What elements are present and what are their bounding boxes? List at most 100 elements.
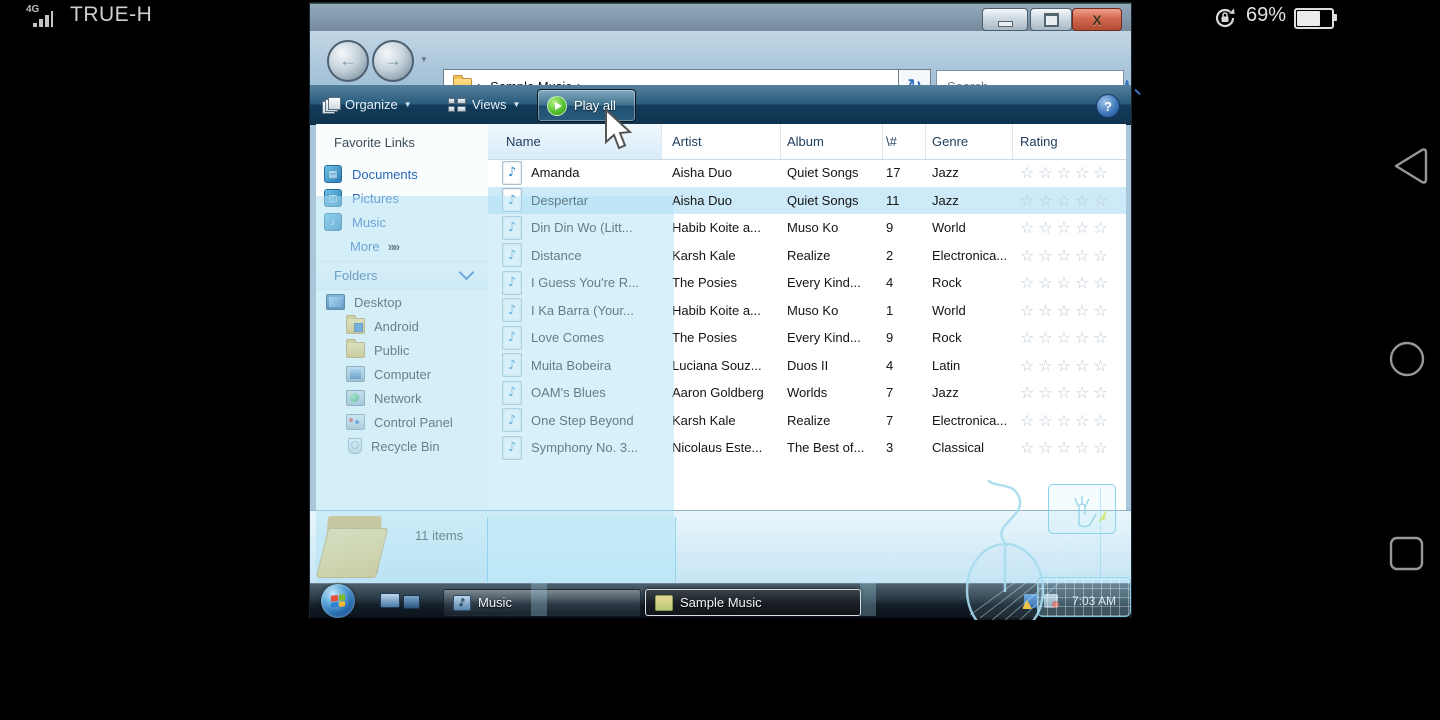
start-button[interactable]	[321, 584, 355, 618]
rating-star-icon[interactable]: ☆	[1093, 273, 1111, 292]
rating-star-icon[interactable]: ☆	[1020, 301, 1038, 320]
rating-star-icon[interactable]: ☆	[1093, 438, 1111, 457]
column-header-album[interactable]: Album	[781, 124, 883, 159]
rating-cell[interactable]: ☆☆☆☆☆	[1013, 411, 1126, 430]
rating-cell[interactable]: ☆☆☆☆☆	[1013, 328, 1126, 347]
table-row[interactable]: ♪DespertarAisha DuoQuiet Songs11Jazz☆☆☆☆…	[488, 187, 1126, 215]
rating-cell[interactable]: ☆☆☆☆☆	[1013, 218, 1126, 237]
sidebar-item-documents[interactable]: ▤Documents	[316, 162, 488, 186]
table-row[interactable]: ♪Din Din Wo (Litt...Habib Koite a...Muso…	[488, 214, 1126, 242]
rating-star-icon[interactable]: ☆	[1038, 191, 1056, 210]
rating-star-icon[interactable]: ☆	[1038, 246, 1056, 265]
rating-star-icon[interactable]: ☆	[1057, 328, 1075, 347]
rating-star-icon[interactable]: ☆	[1020, 356, 1038, 375]
table-row[interactable]: ♪Muita BobeiraLuciana Souz...Duos II4Lat…	[488, 352, 1126, 380]
taskbar-button-sample-music[interactable]: Sample Music	[645, 589, 861, 616]
rating-star-icon[interactable]: ☆	[1020, 163, 1038, 182]
tray-clock[interactable]: 7:03 AM	[1072, 594, 1116, 608]
rating-star-icon[interactable]: ☆	[1057, 301, 1075, 320]
table-row[interactable]: ♪DistanceKarsh KaleRealize2Electronica..…	[488, 242, 1126, 270]
rating-star-icon[interactable]: ☆	[1020, 383, 1038, 402]
rating-star-icon[interactable]: ☆	[1057, 438, 1075, 457]
table-row[interactable]: ♪One Step BeyondKarsh KaleRealize7Electr…	[488, 407, 1126, 435]
rating-star-icon[interactable]: ☆	[1075, 438, 1093, 457]
rating-star-icon[interactable]: ☆	[1057, 411, 1075, 430]
rating-star-icon[interactable]: ☆	[1020, 438, 1038, 457]
rating-star-icon[interactable]: ☆	[1093, 328, 1111, 347]
help-button[interactable]: ?	[1096, 94, 1120, 118]
android-back-button[interactable]	[1386, 146, 1428, 186]
rating-star-icon[interactable]: ☆	[1075, 301, 1093, 320]
rating-star-icon[interactable]: ☆	[1093, 218, 1111, 237]
rating-star-icon[interactable]: ☆	[1020, 328, 1038, 347]
rating-star-icon[interactable]: ☆	[1075, 163, 1093, 182]
rating-cell[interactable]: ☆☆☆☆☆	[1013, 191, 1126, 210]
taskbar-button-music[interactable]: ♪ Music	[443, 589, 641, 616]
column-header-genre[interactable]: Genre	[926, 124, 1013, 159]
tree-item-desktop[interactable]: Desktop	[316, 290, 498, 314]
table-row[interactable]: ♪I Guess You're R...The PosiesEvery Kind…	[488, 269, 1126, 297]
rating-star-icon[interactable]: ☆	[1075, 328, 1093, 347]
rating-star-icon[interactable]: ☆	[1075, 246, 1093, 265]
rating-star-icon[interactable]: ☆	[1038, 273, 1056, 292]
back-button[interactable]: ←	[327, 40, 369, 82]
rating-star-icon[interactable]: ☆	[1057, 163, 1075, 182]
rating-star-icon[interactable]: ☆	[1057, 246, 1075, 265]
rating-cell[interactable]: ☆☆☆☆☆	[1013, 301, 1126, 320]
rating-star-icon[interactable]: ☆	[1093, 301, 1111, 320]
sidebar-item-music[interactable]: ♪Music	[316, 210, 488, 234]
column-header-artist[interactable]: Artist	[662, 124, 781, 159]
rating-cell[interactable]: ☆☆☆☆☆	[1013, 438, 1126, 457]
rating-star-icon[interactable]: ☆	[1038, 438, 1056, 457]
minimize-button[interactable]	[982, 8, 1028, 31]
rating-star-icon[interactable]: ☆	[1038, 218, 1056, 237]
sidebar-item-pictures[interactable]: ◫Pictures	[316, 186, 488, 210]
maximize-button[interactable]	[1030, 8, 1072, 31]
rating-star-icon[interactable]: ☆	[1038, 411, 1056, 430]
rating-cell[interactable]: ☆☆☆☆☆	[1013, 163, 1126, 182]
views-button[interactable]: Views ▼	[448, 85, 520, 124]
column-header-track[interactable]: \#	[883, 124, 926, 159]
history-dropdown-icon[interactable]: ▼	[420, 55, 428, 64]
rating-star-icon[interactable]: ☆	[1038, 163, 1056, 182]
rating-star-icon[interactable]: ☆	[1038, 383, 1056, 402]
table-row[interactable]: ♪OAM's BluesAaron GoldbergWorlds7Jazz☆☆☆…	[488, 379, 1126, 407]
rating-cell[interactable]: ☆☆☆☆☆	[1013, 356, 1126, 375]
android-recents-button[interactable]	[1386, 534, 1428, 574]
rating-star-icon[interactable]: ☆	[1075, 383, 1093, 402]
rating-star-icon[interactable]: ☆	[1093, 246, 1111, 265]
rating-star-icon[interactable]: ☆	[1075, 356, 1093, 375]
sidebar-item-more[interactable]: More »»	[316, 234, 488, 258]
rating-cell[interactable]: ☆☆☆☆☆	[1013, 273, 1126, 292]
organize-button[interactable]: Organize ▼	[322, 85, 412, 124]
show-desktop-quicklaunch-icon[interactable]	[380, 593, 400, 608]
rating-star-icon[interactable]: ☆	[1057, 383, 1075, 402]
table-row[interactable]: ♪I Ka Barra (Your...Habib Koite a...Muso…	[488, 297, 1126, 325]
rating-star-icon[interactable]: ☆	[1020, 246, 1038, 265]
rating-star-icon[interactable]: ☆	[1093, 411, 1111, 430]
forward-button[interactable]: →	[372, 40, 414, 82]
close-button[interactable]: X	[1072, 8, 1122, 31]
rating-star-icon[interactable]: ☆	[1020, 411, 1038, 430]
column-header-rating[interactable]: Rating	[1013, 124, 1126, 159]
rating-star-icon[interactable]: ☆	[1075, 191, 1093, 210]
rating-star-icon[interactable]: ☆	[1020, 218, 1038, 237]
switch-windows-quicklaunch-icon[interactable]	[403, 595, 420, 609]
table-row[interactable]: ♪Love ComesThe PosiesEvery Kind...9Rock☆…	[488, 324, 1126, 352]
rating-star-icon[interactable]: ☆	[1057, 218, 1075, 237]
rating-star-icon[interactable]: ☆	[1093, 191, 1111, 210]
rating-star-icon[interactable]: ☆	[1075, 218, 1093, 237]
rating-star-icon[interactable]: ☆	[1038, 301, 1056, 320]
rating-star-icon[interactable]: ☆	[1093, 163, 1111, 182]
android-home-button[interactable]	[1386, 339, 1428, 379]
rating-star-icon[interactable]: ☆	[1038, 328, 1056, 347]
rating-star-icon[interactable]: ☆	[1075, 273, 1093, 292]
rating-cell[interactable]: ☆☆☆☆☆	[1013, 246, 1126, 265]
rating-star-icon[interactable]: ☆	[1057, 191, 1075, 210]
table-row[interactable]: ♪Symphony No. 3...Nicolaus Este...The Be…	[488, 434, 1126, 462]
rating-star-icon[interactable]: ☆	[1057, 356, 1075, 375]
rating-star-icon[interactable]: ☆	[1020, 273, 1038, 292]
rating-star-icon[interactable]: ☆	[1075, 411, 1093, 430]
rating-star-icon[interactable]: ☆	[1057, 273, 1075, 292]
table-row[interactable]: ♪AmandaAisha DuoQuiet Songs17Jazz☆☆☆☆☆	[488, 159, 1126, 187]
